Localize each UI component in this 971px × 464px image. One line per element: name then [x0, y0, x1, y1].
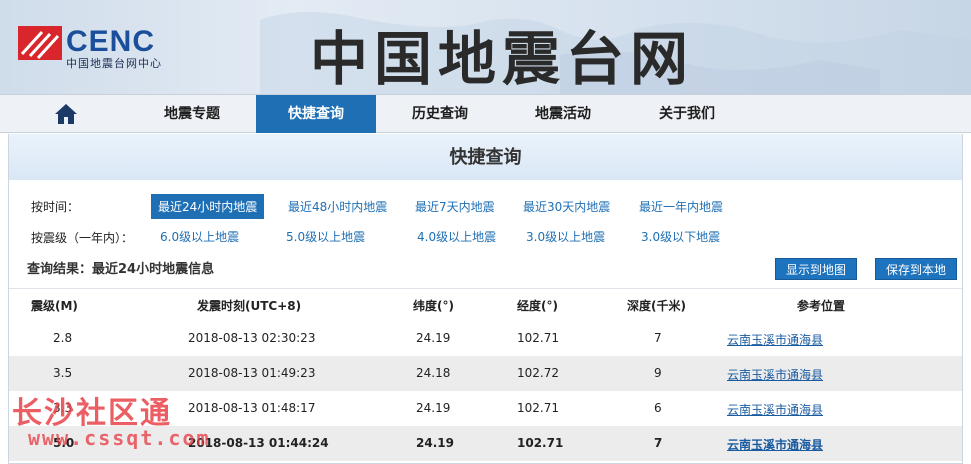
table-row: 2.8 2018-08-13 02:30:23 24.19 102.71 7 云…	[9, 321, 962, 356]
nav-item-earthquake-topics[interactable]: 地震专题	[132, 95, 252, 133]
header-magnitude: 震级(M)	[31, 299, 78, 313]
nav-item-quick-query[interactable]: 快捷查询	[256, 95, 376, 133]
site-header: CENC 中国地震台网中心 中国地震台网	[0, 0, 971, 94]
cell-location-link[interactable]: 云南玉溪市通海县	[727, 366, 823, 383]
cell-depth: 9	[654, 366, 662, 380]
cell-magnitude: 3.5	[53, 366, 73, 380]
divider	[9, 288, 962, 289]
cell-location-link[interactable]: 云南玉溪市通海县	[727, 436, 823, 453]
cell-longitude: 102.71	[517, 436, 564, 450]
filter-mag-5-plus[interactable]: 5.0级以上地震	[286, 228, 365, 245]
panel-title: 快捷查询	[9, 134, 962, 180]
nav-item-history-query[interactable]: 历史查询	[380, 95, 500, 133]
cell-longitude: 102.71	[517, 401, 559, 415]
cell-location-link[interactable]: 云南玉溪市通海县	[727, 331, 823, 348]
filter-last-48h[interactable]: 最近48小时内地震	[288, 198, 387, 215]
filter-mag-3-plus[interactable]: 3.0级以上地震	[526, 228, 605, 245]
watermark-url: www.cssqt.com	[28, 426, 211, 450]
cell-time: 2018-08-13 01:48:17	[188, 401, 316, 415]
cenc-logo[interactable]: CENC 中国地震台网中心	[18, 25, 188, 72]
filter-mag-6-plus[interactable]: 6.0级以上地震	[160, 228, 239, 245]
header-depth: 深度(千米)	[627, 299, 686, 313]
nav-item-about-us[interactable]: 关于我们	[627, 95, 747, 133]
header-time: 发震时刻(UTC+8)	[197, 299, 302, 313]
magnitude-filter-label: 按震级（一年内）：	[31, 231, 134, 245]
save-local-button[interactable]: 保存到本地	[875, 258, 958, 280]
cell-latitude: 24.19	[416, 401, 451, 415]
filter-last-24h[interactable]: 最近24小时内地震	[151, 194, 265, 219]
nav-item-earthquake-activity[interactable]: 地震活动	[503, 95, 623, 133]
show-on-map-button[interactable]: 显示到地图	[775, 258, 858, 280]
cell-depth: 7	[654, 331, 662, 345]
header-longitude: 经度(°)	[517, 299, 558, 313]
logo-text: CENC	[66, 25, 156, 58]
cell-depth: 6	[654, 401, 662, 415]
time-filter-label: 按时间：	[31, 200, 80, 214]
main-nav: 地震专题 快捷查询 历史查询 地震活动 关于我们	[0, 94, 971, 133]
home-icon[interactable]	[54, 103, 78, 125]
cell-depth: 7	[654, 436, 663, 450]
cell-time: 2018-08-13 02:30:23	[188, 331, 316, 345]
cell-latitude: 24.18	[416, 366, 451, 380]
filter-last-year[interactable]: 最近一年内地震	[639, 198, 723, 215]
cell-magnitude: 2.8	[53, 331, 73, 345]
site-title: 中国地震台网	[310, 25, 695, 93]
filter-last-7d[interactable]: 最近7天内地震	[415, 198, 495, 215]
filter-mag-4-plus[interactable]: 4.0级以上地震	[417, 228, 496, 245]
header-location: 参考位置	[797, 299, 846, 313]
result-label: 查询结果：最近24小时地震信息	[27, 262, 215, 277]
cell-location-link[interactable]: 云南玉溪市通海县	[727, 401, 823, 418]
header-latitude: 纬度(°)	[413, 299, 454, 313]
logo-subtitle: 中国地震台网中心	[66, 57, 162, 70]
filter-mag-below-3[interactable]: 3.0级以下地震	[641, 228, 720, 245]
table-row: 3.5 2018-08-13 01:49:23 24.18 102.72 9 云…	[9, 356, 962, 391]
cell-time: 2018-08-13 01:49:23	[188, 366, 316, 380]
cell-longitude: 102.72	[517, 366, 559, 380]
filter-last-30d[interactable]: 最近30天内地震	[523, 198, 610, 215]
cell-latitude: 24.19	[416, 331, 451, 345]
cell-latitude: 24.19	[416, 436, 454, 450]
cenc-logo-icon	[18, 26, 62, 60]
cell-longitude: 102.71	[517, 331, 559, 345]
